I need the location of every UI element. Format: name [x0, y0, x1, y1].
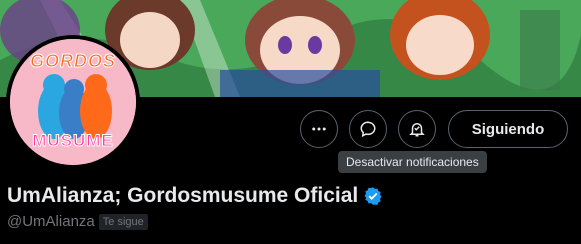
verified-badge-icon[interactable] — [363, 186, 383, 206]
notifications-button[interactable] — [398, 110, 436, 148]
display-name-row: UmAlianza; Gordosmusume Oficial — [7, 184, 383, 208]
avatar-text-bottom: MUSUME — [32, 131, 114, 151]
profile-handle: @UmAlianza — [7, 213, 95, 230]
avatar-text-top: GORDOS — [29, 51, 116, 72]
follows-you-badge: Te sigue — [98, 213, 148, 230]
more-button[interactable] — [300, 110, 338, 148]
profile-avatar[interactable]: GORDOS MUSUME — [6, 35, 140, 169]
following-button[interactable]: Siguiendo — [448, 110, 568, 148]
message-bubble-icon — [360, 121, 376, 138]
notifications-tooltip: Desactivar notificaciones — [338, 151, 487, 173]
message-button[interactable] — [349, 110, 387, 148]
bell-off-icon — [409, 123, 425, 137]
display-name: UmAlianza; Gordosmusume Oficial — [7, 184, 359, 207]
more-horizontal-icon — [312, 127, 326, 131]
handle-row: @UmAlianza Te sigue — [7, 213, 148, 230]
